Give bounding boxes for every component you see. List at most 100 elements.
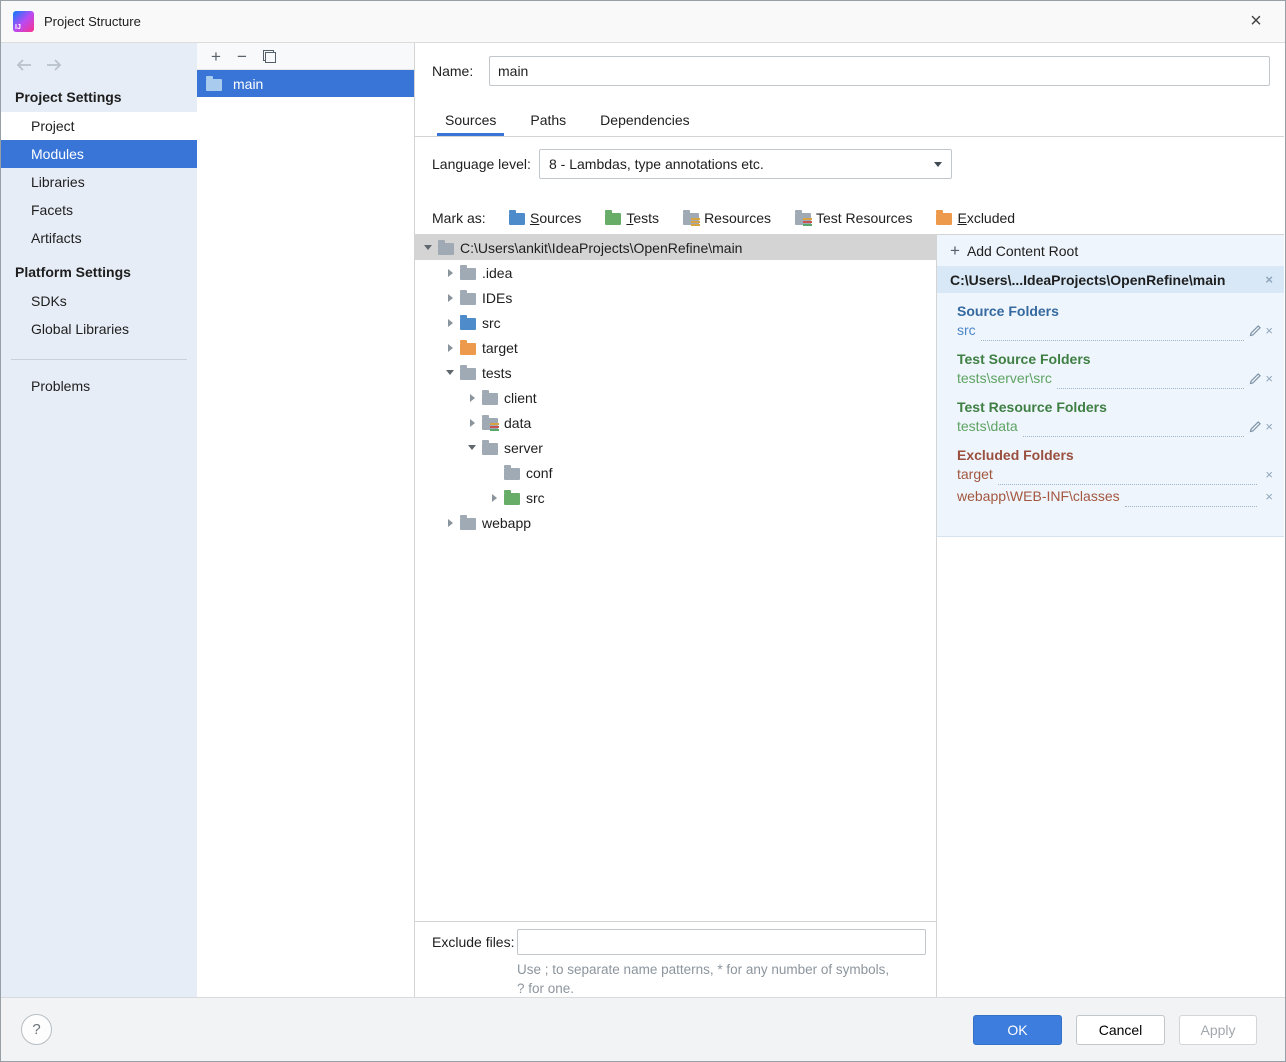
chevron-right-icon[interactable]	[464, 415, 480, 431]
module-name-input[interactable]	[489, 56, 1270, 86]
close-icon[interactable]: ×	[1239, 7, 1273, 37]
tree-row-src[interactable]: src	[415, 310, 936, 335]
add-module-icon[interactable]: +	[211, 48, 221, 65]
sidebar-item-problems[interactable]: Problems	[1, 372, 197, 400]
language-level-value: 8 - Lambdas, type annotations etc.	[549, 156, 764, 172]
chevron-right-icon[interactable]	[442, 340, 458, 356]
mark-tests-button[interactable]: Tests	[603, 210, 659, 226]
modules-list-panel: + − main	[197, 43, 414, 997]
test-resources-folder-icon	[795, 213, 811, 225]
content-root-card: + Add Content Root C:\Users\...IdeaProje…	[937, 235, 1284, 537]
apply-button[interactable]: Apply	[1179, 1015, 1257, 1045]
test-folder-icon	[605, 213, 621, 225]
tree-row-ides[interactable]: IDEs	[415, 285, 936, 310]
intellij-logo-icon	[13, 11, 34, 32]
section-header-project-settings: Project Settings	[1, 77, 197, 112]
language-level-select[interactable]: 8 - Lambdas, type annotations etc.	[539, 149, 952, 179]
cancel-button[interactable]: Cancel	[1076, 1015, 1165, 1045]
tree-row-root[interactable]: C:\Users\ankit\IdeaProjects\OpenRefine\m…	[415, 235, 936, 260]
chevron-down-icon[interactable]	[442, 365, 458, 381]
edit-icon[interactable]	[1249, 420, 1262, 433]
excluded-folder-icon	[936, 213, 952, 225]
tree-row-idea[interactable]: .idea	[415, 260, 936, 285]
name-row: Name:	[432, 56, 1270, 86]
remove-module-icon[interactable]: −	[237, 48, 247, 65]
chevron-down-icon[interactable]	[420, 240, 436, 256]
tab-dependencies[interactable]: Dependencies	[600, 112, 690, 136]
mark-test-resources-button[interactable]: Test Resources	[793, 210, 912, 226]
tree-row-conf[interactable]: conf	[415, 460, 936, 485]
exclude-files-section: Exclude files: Use ; to separate name pa…	[414, 921, 936, 999]
source-folder-icon	[460, 318, 476, 330]
remove-folder-icon[interactable]: ×	[1262, 420, 1276, 433]
folder-icon	[460, 293, 476, 305]
excluded-folder-item-webapp-classes[interactable]: webapp\WEB-INF\classes ×	[957, 485, 1284, 507]
sidebar-item-global-libraries[interactable]: Global Libraries	[1, 315, 197, 343]
folder-icon	[460, 518, 476, 530]
test-source-folder-item[interactable]: tests\server\src ×	[957, 367, 1284, 389]
test-resources-folder-icon	[482, 418, 498, 430]
chevron-placeholder	[486, 465, 502, 481]
chevron-right-icon[interactable]	[442, 290, 458, 306]
copy-module-icon[interactable]	[263, 50, 276, 63]
help-icon[interactable]: ?	[21, 1014, 52, 1045]
tree-row-data[interactable]: data	[415, 410, 936, 435]
chevron-right-icon[interactable]	[442, 515, 458, 531]
tab-paths[interactable]: Paths	[530, 112, 566, 136]
exclude-files-input[interactable]	[517, 929, 926, 955]
tree-row-target[interactable]: target	[415, 335, 936, 360]
window-title: Project Structure	[44, 14, 141, 29]
dialog-footer: ? OK Cancel Apply	[1, 997, 1285, 1061]
name-label: Name:	[432, 63, 489, 79]
sidebar-item-artifacts[interactable]: Artifacts	[1, 224, 197, 252]
tree-row-server[interactable]: server	[415, 435, 936, 460]
exclude-files-label: Exclude files:	[432, 934, 517, 950]
sidebar-item-project[interactable]: Project	[1, 112, 197, 140]
mark-excluded-button[interactable]: Excluded	[934, 210, 1015, 226]
title-bar: Project Structure ×	[1, 1, 1285, 43]
module-list-item-main[interactable]: main	[197, 70, 414, 97]
remove-content-root-icon[interactable]: ×	[1262, 273, 1276, 286]
chevron-right-icon[interactable]	[464, 390, 480, 406]
remove-folder-icon[interactable]: ×	[1262, 490, 1276, 503]
sidebar-item-modules[interactable]: Modules	[1, 140, 197, 168]
mark-resources-button[interactable]: Resources	[681, 210, 771, 226]
edit-icon[interactable]	[1249, 324, 1262, 337]
tree-row-client[interactable]: client	[415, 385, 936, 410]
ok-button[interactable]: OK	[973, 1015, 1062, 1045]
chevron-right-icon[interactable]	[486, 490, 502, 506]
folder-icon	[482, 443, 498, 455]
remove-folder-icon[interactable]: ×	[1262, 324, 1276, 337]
settings-sidebar: Project Settings Project Modules Librari…	[1, 43, 197, 997]
back-icon[interactable]	[15, 58, 33, 72]
remove-folder-icon[interactable]: ×	[1262, 372, 1276, 385]
tree-row-tests[interactable]: tests	[415, 360, 936, 385]
test-resource-folder-item[interactable]: tests\data ×	[957, 415, 1284, 437]
folder-icon	[460, 268, 476, 280]
group-title-source-folders: Source Folders	[957, 303, 1284, 319]
sidebar-item-facets[interactable]: Facets	[1, 196, 197, 224]
chevron-right-icon[interactable]	[442, 265, 458, 281]
remove-folder-icon[interactable]: ×	[1262, 468, 1276, 481]
exclude-files-hint: Use ; to separate name patterns, * for a…	[517, 960, 926, 998]
chevron-down-icon[interactable]	[464, 440, 480, 456]
resources-folder-icon	[683, 213, 699, 225]
chevron-right-icon[interactable]	[442, 315, 458, 331]
forward-icon[interactable]	[45, 58, 63, 72]
module-name: main	[233, 76, 263, 92]
add-content-root-button[interactable]: + Add Content Root	[937, 235, 1284, 266]
source-folder-item-src[interactable]: src ×	[957, 319, 1284, 341]
mark-sources-button[interactable]: Sources	[507, 210, 581, 226]
content-root-row[interactable]: C:\Users\...IdeaProjects\OpenRefine\main…	[937, 266, 1284, 293]
dotted-leader	[1023, 431, 1245, 437]
chevron-down-icon[interactable]	[925, 150, 951, 178]
excluded-folder-item-target[interactable]: target ×	[957, 463, 1284, 485]
module-editor-header: Name: Sources Paths Dependencies Languag…	[414, 43, 1284, 234]
sidebar-item-libraries[interactable]: Libraries	[1, 168, 197, 196]
tree-row-webapp[interactable]: webapp	[415, 510, 936, 535]
tab-sources[interactable]: Sources	[445, 112, 496, 136]
tree-row-server-src[interactable]: src	[415, 485, 936, 510]
exclude-files-row: Exclude files:	[432, 929, 926, 955]
sidebar-item-sdks[interactable]: SDKs	[1, 287, 197, 315]
edit-icon[interactable]	[1249, 372, 1262, 385]
